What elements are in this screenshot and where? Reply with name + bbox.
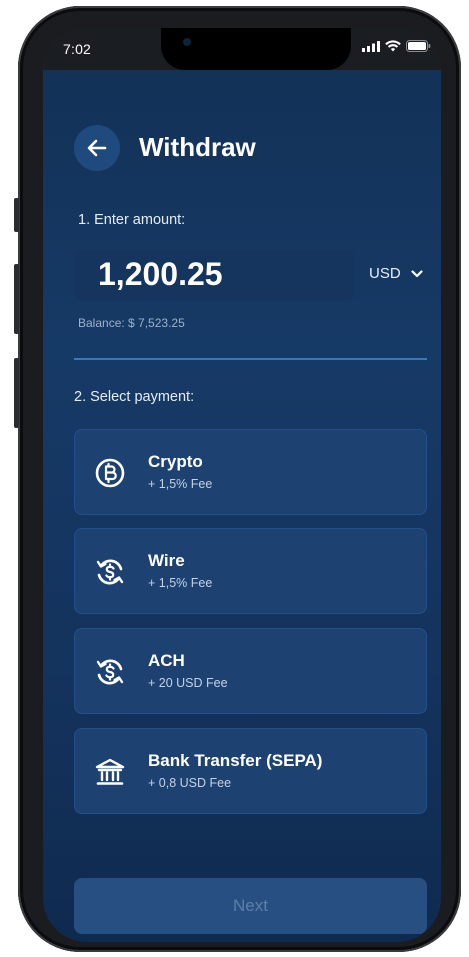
bank-icon — [95, 758, 125, 785]
back-button[interactable] — [74, 125, 120, 171]
arrow-left-icon — [87, 139, 107, 157]
notch — [161, 28, 351, 70]
payment-name: Crypto — [148, 452, 203, 471]
payment-step-label: 2. Select payment: — [74, 389, 195, 405]
payment-option-ach[interactable]: ACH + 20 USD Fee — [74, 628, 427, 714]
bitcoin-icon — [95, 458, 125, 488]
next-button[interactable]: Next — [74, 878, 427, 934]
wifi-icon — [385, 40, 401, 52]
status-time: 7:02 — [63, 41, 92, 57]
currency-label: USD — [369, 265, 401, 282]
payment-name: Wire — [148, 551, 185, 570]
volume-down-button — [14, 358, 19, 428]
payment-fee: + 20 USD Fee — [148, 676, 228, 690]
status-bar: 7:02 — [43, 28, 441, 70]
amount-value: 1,200.25 — [98, 256, 223, 292]
status-icons — [362, 40, 431, 52]
mute-switch — [14, 198, 19, 232]
payment-option-bank-transfer[interactable]: Bank Transfer (SEPA) + 0,8 USD Fee — [74, 728, 427, 814]
amount-step-label: 1. Enter amount: — [78, 212, 186, 228]
signal-icon — [362, 40, 380, 52]
payment-name: ACH — [148, 651, 185, 670]
payment-option-crypto[interactable]: Crypto + 1,5% Fee — [74, 429, 427, 515]
payment-option-wire[interactable]: Wire + 1,5% Fee — [74, 528, 427, 614]
currency-select[interactable]: USD — [369, 265, 423, 282]
dollar-exchange-icon — [96, 659, 124, 685]
page-title: Withdraw — [139, 132, 256, 162]
payment-fee: + 1,5% Fee — [148, 576, 213, 590]
dollar-exchange-icon — [96, 559, 124, 585]
amount-divider — [74, 358, 427, 360]
payment-fee: + 1,5% Fee — [148, 477, 213, 491]
app-screen: 7:02 Withdraw 1. Enter amount: 1,200.25 … — [43, 28, 441, 942]
payment-name: Bank Transfer (SEPA) — [148, 751, 323, 770]
balance-text: Balance: $ 7,523.25 — [78, 316, 185, 330]
camera-icon — [183, 38, 191, 46]
amount-input[interactable]: 1,200.25 — [74, 249, 354, 301]
payment-fee: + 0,8 USD Fee — [148, 776, 232, 790]
volume-up-button — [14, 264, 19, 334]
chevron-down-icon — [411, 269, 423, 277]
battery-icon — [406, 40, 431, 52]
